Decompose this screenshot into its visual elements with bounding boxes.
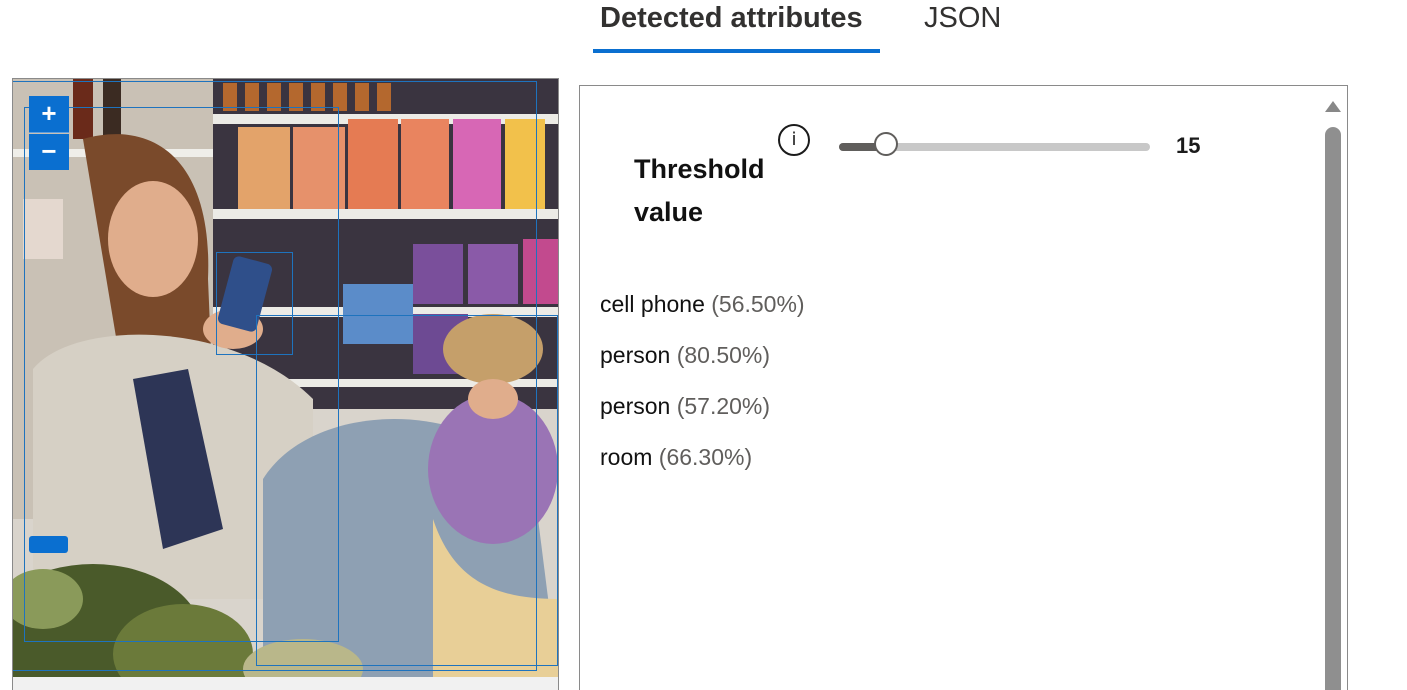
image-viewer[interactable]: + − (12, 78, 559, 690)
attribute-item: person (80.50%) (600, 330, 805, 381)
attribute-name: cell phone (600, 291, 705, 317)
scroll-up-arrow-icon[interactable] (1325, 101, 1341, 112)
scrollbar-thumb[interactable] (1325, 127, 1341, 690)
attributes-panel: i Threshold value 15 cell phone (56.50%)… (579, 85, 1348, 690)
threshold-slider[interactable] (839, 132, 1150, 156)
attribute-name: person (600, 342, 671, 368)
zoom-in-button[interactable]: + (29, 96, 69, 133)
attribute-confidence: (80.50%) (670, 342, 771, 368)
zoom-out-button[interactable]: − (29, 134, 69, 170)
attribute-confidence: (56.50%) (704, 291, 805, 317)
attribute-name: person (600, 393, 671, 419)
selected-tab-indicator (593, 49, 880, 53)
attribute-item: cell phone (56.50%) (600, 279, 805, 330)
attribute-item: person (57.20%) (600, 381, 805, 432)
box-label-handle[interactable] (29, 536, 68, 553)
detection-box-room (13, 81, 537, 671)
attribute-confidence: (57.20%) (670, 393, 771, 419)
attribute-confidence: (66.30%) (652, 444, 753, 470)
threshold-label: Threshold value (634, 154, 765, 227)
slider-thumb[interactable] (874, 132, 898, 156)
detected-attributes-list: cell phone (56.50%) person (80.50%) person… (600, 279, 805, 483)
threshold-value: 15 (1176, 133, 1201, 158)
tab-json[interactable]: JSON (924, 0, 1001, 52)
tab-detected-attributes[interactable]: Detected attributes (600, 0, 863, 52)
attribute-item: room (66.30%) (600, 432, 805, 483)
attribute-name: room (600, 444, 653, 470)
